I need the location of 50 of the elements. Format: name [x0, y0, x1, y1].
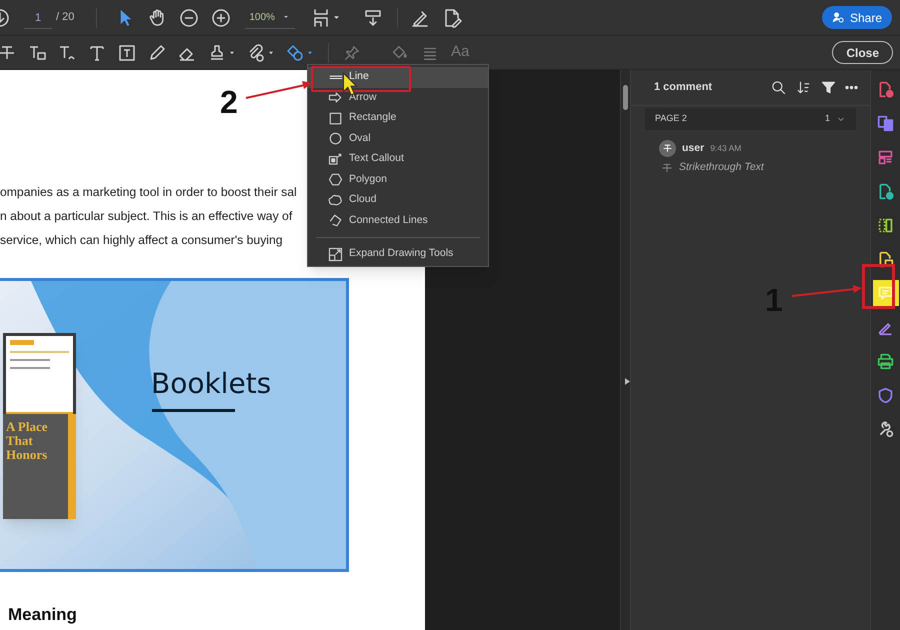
menu-item[interactable]: Expand Drawing Tools — [308, 244, 488, 264]
share-button[interactable]: Share — [822, 6, 892, 29]
cloud-icon — [328, 192, 343, 208]
zoom-out-icon[interactable] — [179, 8, 200, 28]
square-icon — [328, 110, 343, 126]
filter-icon[interactable] — [821, 80, 836, 95]
callout-icon — [328, 152, 343, 167]
menu-item[interactable]: Polygon — [308, 170, 488, 190]
booklet-cover-title: A Place That Honors — [6, 420, 49, 462]
arrow-icon — [328, 90, 343, 106]
shapes-icon — [285, 42, 305, 62]
circle-icon — [328, 131, 343, 146]
scrollbar-thumb[interactable] — [623, 85, 628, 110]
scroll-mode-icon[interactable] — [363, 8, 384, 28]
search-icon[interactable] — [771, 80, 786, 95]
menu-item[interactable]: Text Callout — [308, 149, 488, 170]
share-person-icon — [832, 11, 845, 24]
paragraph-line: n about a particular subject. This is an effective way of — [0, 208, 292, 225]
page-number-field[interactable]: 1 — [24, 6, 52, 28]
expand-icon — [328, 246, 343, 262]
text-box-icon — [117, 42, 137, 62]
menu-item[interactable]: Rectangle — [308, 108, 488, 128]
strikethrough-icon — [661, 162, 673, 174]
menu-item[interactable]: Cloud — [308, 190, 488, 210]
slide-title: Booklets — [151, 366, 272, 402]
menu-item[interactable]: Connected Lines — [308, 210, 488, 231]
line-icon — [328, 75, 342, 80]
comment-author: user — [682, 140, 704, 156]
avatar — [659, 140, 676, 157]
callout-arrow — [245, 80, 313, 100]
zoom-dropdown[interactable]: 100% — [245, 6, 296, 28]
close-button[interactable]: Close — [832, 41, 893, 64]
page-group-header[interactable]: PAGE 2 1 — [645, 108, 856, 130]
menu-item[interactable]: Oval — [308, 128, 488, 149]
polyline-icon — [328, 213, 343, 228]
comment-type: Strikethrough Text — [679, 160, 764, 175]
sort-icon[interactable] — [796, 80, 811, 95]
section-heading: Meaning — [8, 604, 78, 626]
paragraph-line: ompanies as a marketing tool in order to boost their sal — [0, 184, 297, 201]
page-total: / 20 — [56, 10, 74, 26]
hexagon-icon — [328, 172, 343, 188]
comment-time: 9:43 AM — [710, 142, 742, 155]
menu-item[interactable]: Line — [308, 67, 488, 88]
step-number: 2 — [220, 86, 238, 118]
pin-icon[interactable] — [343, 44, 361, 62]
paragraph-line: service, which can highly affect a consumer's buying — [0, 232, 283, 249]
highlight-frame — [862, 264, 895, 309]
zoom-in-icon[interactable] — [211, 8, 232, 28]
comment-count: 1 comment — [654, 80, 712, 96]
callout-arrow — [791, 284, 863, 298]
